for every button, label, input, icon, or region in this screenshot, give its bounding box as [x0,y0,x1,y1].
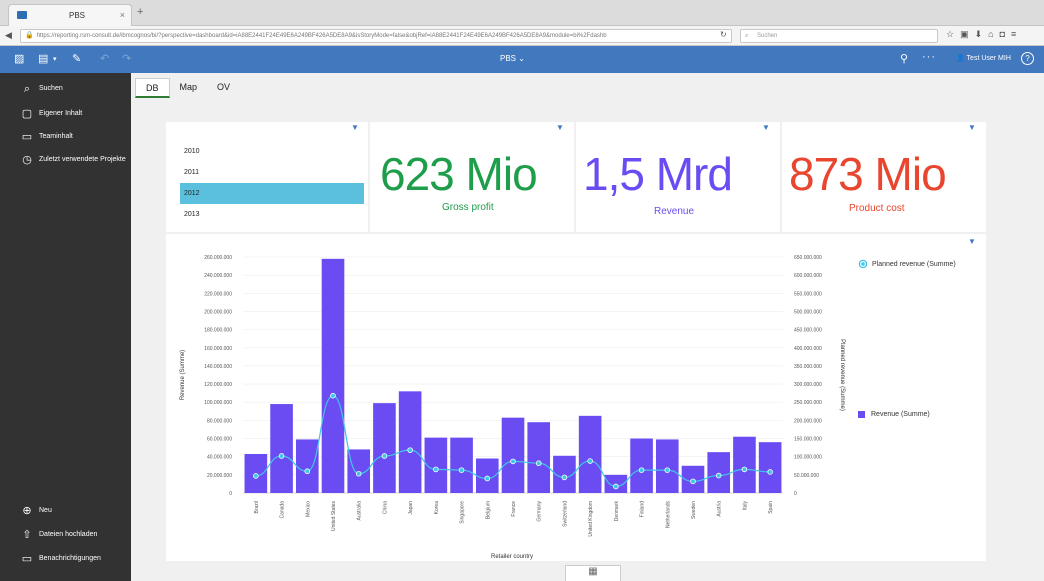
line-legend-marker [858,259,868,269]
y2-tick-label: 150.000.000 [794,437,822,443]
line-point[interactable] [613,483,619,490]
y-tick-label: 120.000.000 [204,382,232,388]
x-tick-label: Denmark [614,501,620,522]
calendar-icon[interactable]: ▦ [565,565,621,581]
y2-tick-label: 300.000.000 [794,382,822,388]
y-tick-label: 60.000.000 [207,437,232,443]
line-point[interactable] [767,469,773,475]
x-tick-label: Australia [357,501,363,521]
line-point[interactable] [510,458,516,465]
bar[interactable] [758,442,782,493]
y-tick-label: 40.000.000 [207,455,232,461]
y2-tick-label: 50.000.000 [794,473,819,479]
y-axis-title: Revenue (Summe) [180,350,186,400]
bar[interactable] [733,436,756,493]
line-point[interactable] [638,467,645,473]
bar[interactable] [707,452,731,493]
line-point[interactable] [304,468,311,475]
y2-tick-label: 650.000.000 [794,255,822,261]
y-tick-label: 220.000.000 [204,291,232,297]
x-tick-label: Sweden [691,501,697,519]
y2-tick-label: 450.000.000 [794,328,822,334]
y2-tick-label: 500.000.000 [794,309,822,315]
bar[interactable] [321,258,345,493]
y-tick-label: 160.000.000 [204,346,232,352]
x-tick-label: Italy [742,501,748,511]
y-tick-label: 200.000.000 [204,309,232,315]
line-point[interactable] [278,453,285,459]
x-tick-label: Singapore [460,501,466,524]
bar[interactable] [630,438,653,493]
x-tick-label: Netherlands [665,501,671,528]
bar[interactable] [527,422,551,493]
bar[interactable] [398,391,422,493]
y2-tick-label: 400.000.000 [794,346,822,352]
y-tick-label: 180.000.000 [204,328,232,334]
legend-label: Planned revenue (Summe) [872,260,956,268]
y-tick-label: 240.000.000 [204,273,232,279]
x-tick-label: Belgium [485,501,491,519]
x-tick-label: Canada [280,501,286,519]
bar[interactable] [578,415,602,493]
x-tick-label: United Kingdom [588,501,594,537]
line-point[interactable] [741,466,748,473]
line-point[interactable] [587,458,593,464]
legend-label: Revenue (Summe) [871,411,930,418]
y-tick-label: 80.000.000 [207,418,232,424]
x-tick-label: Mexico [305,501,311,517]
line-point[interactable] [253,473,259,479]
y2-tick-label: 0 [794,491,797,497]
x-tick-label: Finland [640,501,646,518]
x-tick-label: Brazil [254,501,260,514]
x-tick-label: China [382,501,388,514]
line-point[interactable] [561,474,568,481]
bar[interactable] [450,437,473,493]
line-point[interactable] [330,392,336,399]
bar-legend-marker [858,411,865,418]
x-tick-label: Austria [717,501,723,517]
bar[interactable] [655,439,679,493]
line-point[interactable] [715,472,722,479]
y2-tick-label: 350.000.000 [794,364,822,370]
x-tick-label: United States [331,501,337,532]
y-tick-label: 140.000.000 [204,364,232,370]
x-tick-label: Switzerland [562,501,568,527]
x-tick-label: Japan [408,501,414,515]
legend-revenue[interactable]: Revenue (Summe) [858,411,930,418]
line-point[interactable] [433,466,439,473]
legend-planned-revenue[interactable]: Planned revenue (Summe) [858,259,956,269]
y2-axis-title: Planned revenue (Summe) [839,339,845,411]
line-point[interactable] [535,460,542,467]
y2-tick-label: 550.000.000 [794,291,822,297]
bar[interactable] [295,439,319,493]
line-point[interactable] [458,467,465,473]
y2-tick-label: 100.000.000 [794,455,822,461]
line-point[interactable] [355,470,362,477]
y-tick-label: 0 [229,491,232,497]
line-point[interactable] [407,447,413,453]
line-point[interactable] [484,475,491,482]
bar[interactable] [501,417,525,493]
bar[interactable] [373,403,396,493]
y-tick-label: 100.000.000 [204,400,232,406]
x-tick-label: Spain [768,501,774,514]
x-tick-label: France [511,501,517,517]
line-point[interactable] [664,467,671,473]
bar[interactable] [270,404,293,493]
y-tick-label: 20.000.000 [207,473,232,479]
y2-tick-label: 250.000.000 [794,400,822,406]
y2-tick-label: 600.000.000 [794,273,822,279]
revenue-chart: 0 20.000.000 40.000.000 60.000.000 80.000.00… [180,255,845,560]
y-tick-label: 260.000.000 [204,255,232,261]
y2-tick-label: 200.000.000 [794,418,822,424]
line-point[interactable] [381,453,388,459]
x-tick-label: Korea [434,501,440,515]
line-point[interactable] [690,478,696,485]
x-axis-title: Retailer country [491,554,533,560]
x-tick-label: Germany [537,501,543,522]
